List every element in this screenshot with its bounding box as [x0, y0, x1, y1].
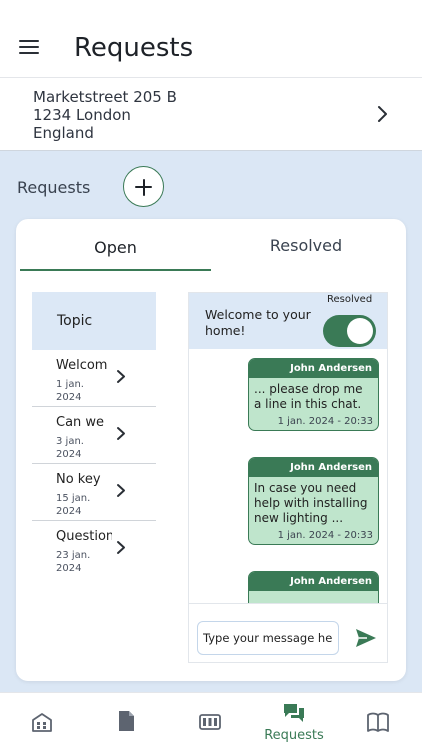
chat-header: Welcome to your home! Resolved	[189, 293, 387, 349]
book-icon	[367, 712, 389, 732]
nav-requests-label: Requests	[264, 728, 324, 743]
topic-list: Topic Welcom 1 jan. 2024 Can we 3 jan. 2…	[32, 292, 156, 577]
toggle-knob	[347, 318, 373, 344]
topic-title: No key	[56, 472, 101, 487]
document-icon	[119, 711, 134, 731]
topic-title: Question	[56, 529, 112, 544]
tab-resolved[interactable]: Resolved	[211, 219, 401, 271]
address-line-3: England	[33, 124, 94, 142]
hamburger-menu-icon[interactable]	[19, 40, 39, 56]
address-line-2: 1234 London	[33, 106, 131, 124]
requests-card: Open Resolved Topic Welcom 1 jan. 2024 C…	[16, 219, 406, 681]
page-title: Requests	[74, 33, 194, 63]
topic-date: 1 jan. 2024	[56, 379, 84, 403]
topic-date: 23 jan. 2024	[56, 550, 91, 574]
nav-home[interactable]	[0, 693, 84, 750]
nav-meters[interactable]	[168, 693, 252, 750]
message-time: 1 jan. 2024 - 20:33	[277, 416, 373, 427]
message-time: 1 jan. 2024 - 20:33	[277, 530, 373, 541]
nav-requests[interactable]: Requests	[252, 693, 336, 750]
chevron-right-icon	[378, 106, 387, 122]
home-icon	[32, 713, 52, 732]
topic-title: Welcom	[56, 358, 108, 373]
resolved-label: Resolved	[327, 294, 373, 305]
topic-row[interactable]: Question 23 jan. 2024	[32, 521, 156, 578]
message-input[interactable]	[197, 621, 339, 655]
main-content: Requests Open Resolved Topic Welcom 1 ja…	[0, 151, 422, 692]
message-author: John Andersen	[249, 572, 378, 591]
topic-row[interactable]: Can we 3 jan. 2024	[32, 407, 156, 464]
chevron-right-icon	[117, 427, 125, 440]
chat-message: John Andersen ... please drop me a line …	[248, 358, 379, 431]
topic-title: Can we	[56, 415, 105, 430]
message-text: ... please drop me a line in this chat.	[254, 382, 363, 411]
chat-message: John Andersen In case you need help with…	[248, 457, 379, 545]
chat-panel: Welcome to your home! Resolved John Ande…	[188, 292, 388, 663]
address-selector[interactable]: Marketstreet 205 B 1234 London England	[0, 79, 422, 151]
add-request-button[interactable]	[123, 166, 164, 207]
message-author: John Andersen	[249, 458, 378, 477]
chat-topic-title: Welcome to your home!	[205, 307, 311, 338]
address-line-1: Marketstreet 205 B	[33, 88, 177, 106]
meter-icon	[199, 714, 221, 730]
nav-guide[interactable]	[336, 693, 420, 750]
chevron-right-icon	[117, 484, 125, 497]
message-composer	[189, 603, 387, 662]
chevron-right-icon	[117, 370, 125, 383]
resolved-toggle[interactable]	[323, 315, 376, 347]
chat-bubbles-icon	[284, 704, 304, 722]
topic-row[interactable]: Welcom 1 jan. 2024	[32, 350, 156, 407]
app-bar: Requests	[0, 0, 422, 78]
topic-date: 3 jan. 2024	[56, 436, 84, 460]
tab-open[interactable]: Open	[20, 219, 211, 271]
bottom-navigation: Requests	[0, 692, 422, 750]
nav-documents[interactable]	[84, 693, 168, 750]
chevron-right-icon	[117, 541, 125, 554]
message-text: In case you need help with installing ne…	[254, 481, 368, 525]
address-text: Marketstreet 205 B 1234 London England	[33, 88, 177, 142]
topic-list-header: Topic	[32, 292, 156, 350]
requests-label: Requests	[17, 178, 91, 197]
topic-date: 15 jan. 2024	[56, 493, 91, 517]
topic-row[interactable]: No key 15 jan. 2024	[32, 464, 156, 521]
message-author: John Andersen	[249, 359, 378, 378]
send-icon[interactable]	[355, 628, 377, 648]
